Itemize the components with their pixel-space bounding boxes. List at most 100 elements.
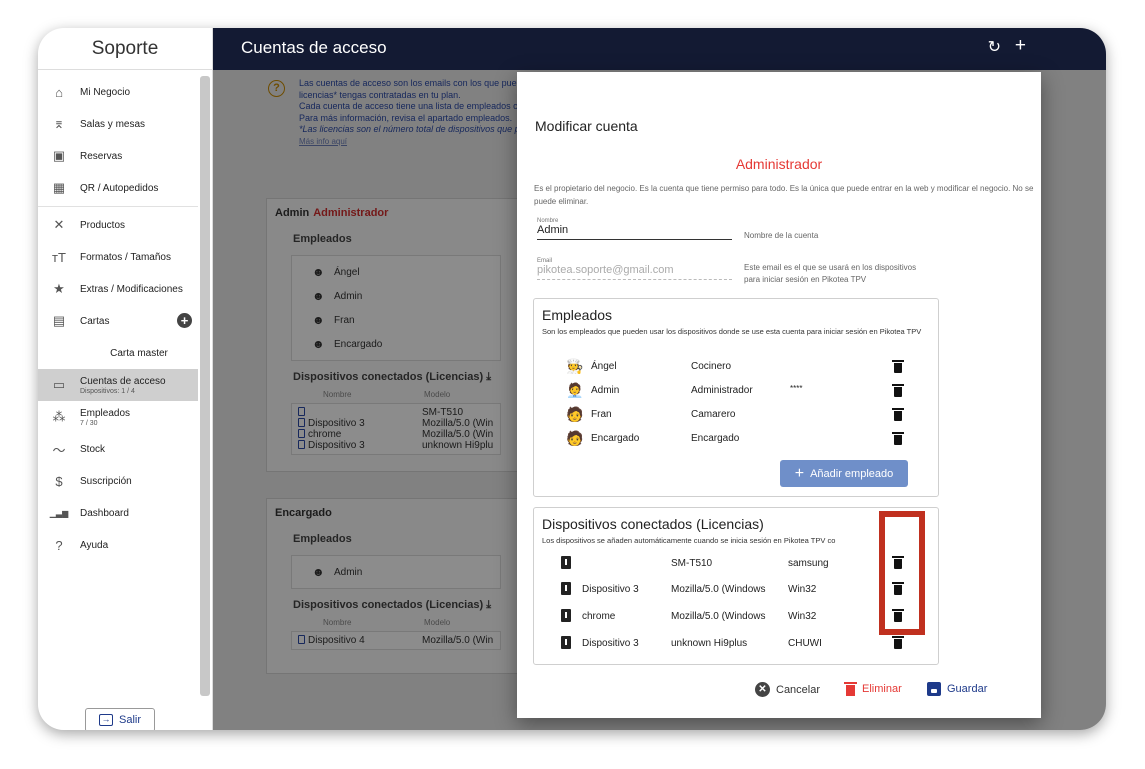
cancel-button[interactable]: ✕ Cancelar — [755, 682, 820, 697]
people-icon: ⁂ — [52, 409, 66, 424]
refresh-icon[interactable]: ↻ — [988, 37, 1001, 57]
logout-button[interactable]: → Salir — [85, 708, 155, 730]
sidebar: Soporte ⌂ Mi Negocio ⌆ Salas y mesas ▣ R… — [38, 28, 213, 730]
sidebar-item-productos[interactable]: ✕ Productos — [38, 209, 198, 241]
delete-button[interactable]: Eliminar — [844, 682, 902, 696]
home-icon: ⌂ — [55, 84, 63, 100]
employee-row: 🧑 Fran Camarero — [534, 405, 940, 425]
sidebar-item-qr[interactable]: ▦ QR / Autopedidos — [38, 172, 198, 204]
name-input[interactable]: Admin — [537, 224, 732, 240]
phone-icon — [561, 582, 571, 595]
sidebar-item-label: QR / Autopedidos — [80, 182, 159, 194]
sidebar-item-cuentas-de-acceso[interactable]: ▭ Cuentas de acceso Dispositivos: 1 / 4 — [38, 369, 198, 401]
device-brand: Win32 — [788, 584, 817, 595]
device-model: Mozilla/5.0 (Windows — [671, 584, 766, 595]
email-help-line: Este email es el que se usará en los dis… — [744, 263, 917, 272]
email-help: Este email es el que se usará en los dis… — [744, 262, 916, 286]
devices-description: Los dispositivos se añaden automáticamen… — [542, 536, 836, 545]
sidebar-scrollbar[interactable] — [200, 76, 210, 696]
employee-pin: **** — [790, 384, 803, 393]
employee-name: Ángel — [591, 361, 617, 372]
cancel-icon: ✕ — [755, 682, 770, 697]
waiter-avatar-icon: 🧑 — [566, 406, 584, 422]
sidebar-item-label: Formatos / Tamaños — [80, 251, 171, 263]
qr-code-icon: ▦ — [52, 180, 66, 195]
cancel-label: Cancelar — [776, 683, 821, 696]
device-model: Mozilla/5.0 (Windows — [671, 611, 766, 622]
sidebar-item-label: Productos — [80, 219, 126, 231]
dialog-actions: ✕ Cancelar Eliminar Guardar — [517, 682, 1041, 706]
employee-row: 🧑‍💼 Admin Administrador **** — [534, 381, 940, 401]
cook-avatar-icon: 🧑‍🍳 — [566, 358, 584, 374]
delete-employee-icon[interactable] — [892, 360, 904, 373]
text-size-icon: ᴛT — [52, 249, 66, 265]
employee-row: 🧑‍🍳 Ángel Cocinero — [534, 357, 940, 377]
delete-employee-icon[interactable] — [892, 432, 904, 445]
employee-role: Cocinero — [691, 361, 732, 372]
phone-icon — [561, 636, 571, 649]
delete-device-icon[interactable] — [892, 636, 904, 649]
delete-label: Eliminar — [862, 683, 902, 695]
sidebar-item-reservas[interactable]: ▣ Reservas — [38, 140, 198, 172]
app-window: Soporte ⌂ Mi Negocio ⌆ Salas y mesas ▣ R… — [38, 28, 1106, 730]
sidebar-item-ayuda[interactable]: ? Ayuda — [38, 529, 198, 561]
role-description: Es el propietario del negocio. Es la cue… — [534, 184, 1034, 206]
add-icon[interactable]: + — [1015, 35, 1026, 57]
name-help: Nombre de la cuenta — [744, 231, 819, 240]
bar-chart-icon: ▁▃▆ — [49, 508, 69, 518]
help-icon: ? — [55, 537, 63, 553]
delete-employee-icon[interactable] — [892, 408, 904, 421]
sidebar-item-salas[interactable]: ⌆ Salas y mesas — [38, 108, 198, 140]
admin-avatar-icon: 🧑‍💼 — [566, 382, 584, 398]
sidebar-item-label: Cuentas de acceso — [80, 375, 166, 387]
top-bar: Cuentas de acceso ↻ + — [213, 28, 1106, 70]
devices-title: Dispositivos conectados (Licencias) — [542, 516, 764, 532]
add-employee-button[interactable]: + Añadir empleado — [780, 460, 908, 487]
employees-description: Son los empleados que pueden usar los di… — [542, 327, 922, 336]
delete-employee-icon[interactable] — [892, 384, 904, 397]
device-brand: Win32 — [788, 611, 817, 622]
calendar-icon: ▣ — [52, 148, 66, 163]
sidebar-item-carta-master[interactable]: Carta master — [38, 337, 198, 369]
device-name: Dispositivo 3 — [582, 584, 639, 595]
email-input: pikotea.soporte@gmail.com — [537, 264, 732, 280]
sidebar-item-label: Dashboard — [80, 507, 129, 519]
employee-name: Admin — [591, 385, 620, 396]
highlight-annotation — [879, 511, 925, 635]
logout-icon: → — [98, 714, 113, 726]
sidebar-title: Soporte — [38, 28, 212, 70]
sidebar-item-cartas[interactable]: ▤ Cartas + — [38, 305, 198, 337]
sidebar-item-label: Mi Negocio — [80, 86, 131, 98]
sidebar-item-formatos[interactable]: ᴛT Formatos / Tamaños — [38, 241, 198, 273]
device-brand: CHUWI — [788, 638, 822, 649]
trend-icon: 〜 — [52, 442, 66, 458]
device-row: Dispositivo 3 unknown Hi9plus CHUWI — [534, 634, 940, 654]
sidebar-item-label: Suscripción — [80, 475, 132, 487]
save-button[interactable]: Guardar — [927, 682, 987, 696]
employee-role: Camarero — [691, 409, 736, 420]
sidebar-item-empleados[interactable]: ⁂ Empleados 7 / 30 — [38, 401, 198, 433]
name-field[interactable]: Nombre Admin — [537, 218, 732, 240]
device-model: SM-T510 — [671, 558, 713, 569]
sidebar-nav: ⌂ Mi Negocio ⌆ Salas y mesas ▣ Reservas … — [38, 76, 198, 561]
sidebar-item-extras[interactable]: ★ Extras / Modificaciones — [38, 273, 198, 305]
device-model: unknown Hi9plus — [671, 638, 748, 649]
sidebar-item-text: Cuentas de acceso Dispositivos: 1 / 4 — [80, 376, 198, 395]
save-label: Guardar — [947, 683, 988, 695]
sidebar-item-label: Stock — [80, 443, 106, 455]
sidebar-item-suscripcion[interactable]: $ Suscripción — [38, 465, 198, 497]
email-help-line: para iniciar sesión en Pikotea TPV — [744, 275, 867, 284]
phone-icon — [561, 609, 571, 622]
sidebar-item-dashboard[interactable]: ▁▃▆ Dashboard — [38, 497, 198, 529]
device-name: chrome — [582, 611, 616, 622]
manager-avatar-icon: 🧑 — [566, 430, 584, 446]
sidebar-item-mi-negocio[interactable]: ⌂ Mi Negocio — [38, 76, 198, 108]
sidebar-item-stock[interactable]: 〜 Stock — [38, 433, 198, 465]
employee-role: Encargado — [691, 433, 740, 444]
employee-role: Administrador — [691, 385, 753, 396]
sidebar-item-label: Empleados — [80, 407, 131, 419]
sidebar-item-label: Carta master — [110, 347, 168, 359]
employees-title: Empleados — [542, 307, 613, 323]
add-carta-icon[interactable]: + — [177, 313, 192, 328]
account-role-title: Administrador — [735, 156, 823, 172]
